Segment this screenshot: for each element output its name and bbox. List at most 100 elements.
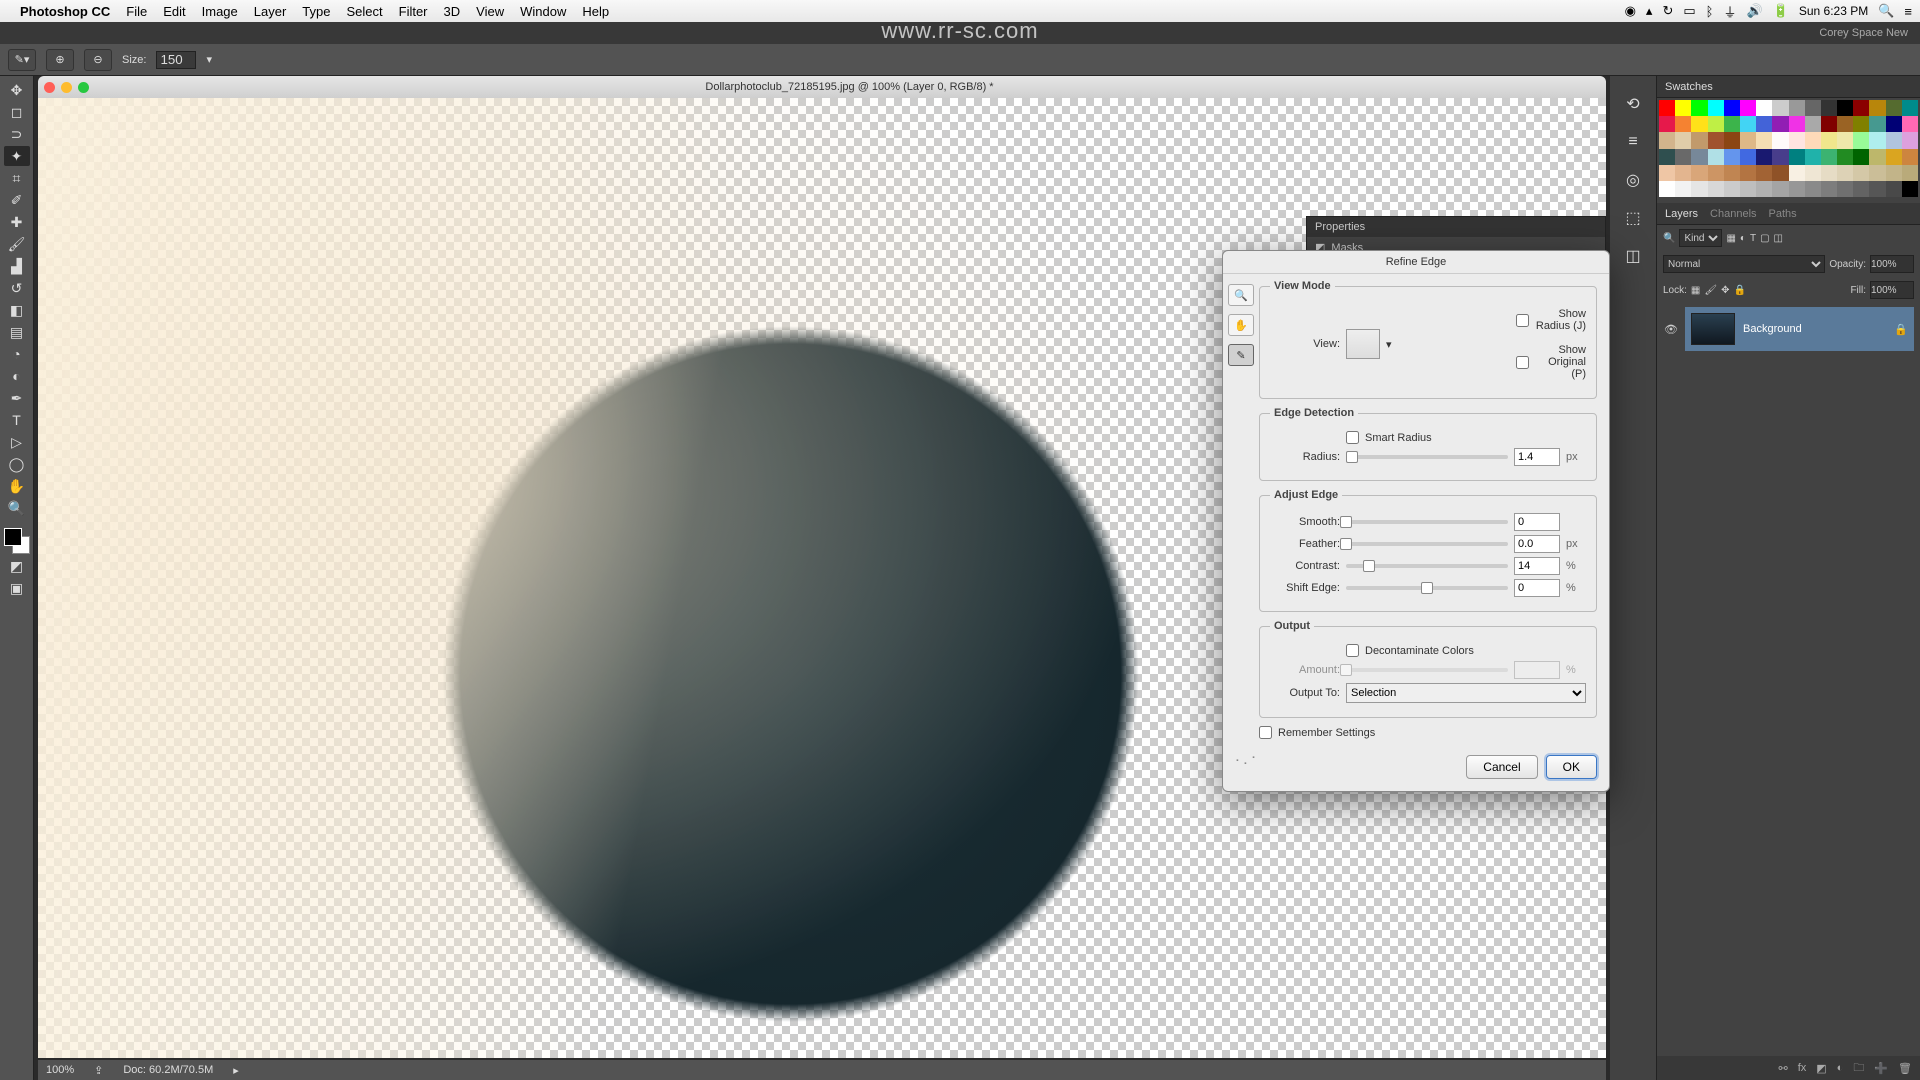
shift-slider[interactable] (1346, 586, 1508, 590)
swatch[interactable] (1708, 116, 1724, 132)
new-layer-icon[interactable]: ➕ (1874, 1062, 1888, 1075)
smooth-input[interactable] (1514, 513, 1560, 531)
trash-icon[interactable]: 🗑 (1898, 1062, 1912, 1075)
swatch[interactable] (1886, 132, 1902, 148)
swatch[interactable] (1837, 116, 1853, 132)
brush-tool[interactable]: 🖌 (4, 234, 30, 254)
pen-tool[interactable]: ✒ (4, 388, 30, 408)
properties-title[interactable]: Properties (1315, 221, 1365, 233)
dialog-hand-tool[interactable]: ✋ (1228, 314, 1254, 336)
swatch[interactable] (1821, 116, 1837, 132)
swatch[interactable] (1853, 100, 1869, 116)
swatch[interactable] (1789, 132, 1805, 148)
swatch[interactable] (1821, 181, 1837, 197)
lock-pos-icon[interactable]: ✥ (1721, 285, 1729, 296)
fg-bg-color[interactable] (4, 528, 30, 554)
fill-input[interactable] (1870, 281, 1914, 299)
menu-file[interactable]: File (126, 4, 147, 19)
lock-all-icon[interactable]: 🔒 (1733, 285, 1745, 296)
workspace-name[interactable]: Corey Space New (1819, 27, 1908, 39)
volume-icon[interactable]: 🔊 (1746, 3, 1762, 19)
swatch[interactable] (1772, 149, 1788, 165)
menu-select[interactable]: Select (346, 4, 382, 19)
gradient-tool[interactable]: ▤ (4, 322, 30, 342)
swatch[interactable] (1724, 181, 1740, 197)
swatch[interactable] (1772, 181, 1788, 197)
view-chevron-icon[interactable]: ▾ (1386, 338, 1392, 351)
blend-mode[interactable]: Normal (1663, 255, 1825, 273)
swatch[interactable] (1902, 132, 1918, 148)
screenmode-toggle[interactable]: ▣ (4, 578, 30, 598)
swatch[interactable] (1659, 116, 1675, 132)
contrast-slider[interactable] (1346, 564, 1508, 568)
swatch[interactable] (1659, 165, 1675, 181)
swatch[interactable] (1902, 149, 1918, 165)
feather-slider[interactable] (1346, 542, 1508, 546)
swatch[interactable] (1902, 116, 1918, 132)
crop-tool[interactable]: ⌗ (4, 168, 30, 188)
swatch[interactable] (1853, 165, 1869, 181)
swatches-tab[interactable]: Swatches (1657, 76, 1920, 98)
dodge-tool[interactable]: ◐ (4, 366, 30, 386)
tab-paths[interactable]: Paths (1769, 208, 1797, 220)
swatch[interactable] (1789, 181, 1805, 197)
swatch[interactable] (1708, 100, 1724, 116)
lasso-tool[interactable]: ⊃ (4, 124, 30, 144)
show-original-row[interactable]: Show Original (P) (1516, 344, 1586, 380)
swatch[interactable] (1756, 165, 1772, 181)
menu-help[interactable]: Help (582, 4, 609, 19)
adjust-layer-icon[interactable]: ◐ (1837, 1062, 1844, 1074)
swatch[interactable] (1708, 149, 1724, 165)
hand-tool[interactable]: ✋ (4, 476, 30, 496)
swatch[interactable] (1789, 100, 1805, 116)
swatch[interactable] (1772, 116, 1788, 132)
swatch[interactable] (1675, 181, 1691, 197)
swatch[interactable] (1772, 132, 1788, 148)
export-icon[interactable]: ⇪ (94, 1064, 103, 1077)
swatch[interactable] (1789, 165, 1805, 181)
swatch[interactable] (1691, 181, 1707, 197)
swatch[interactable] (1805, 181, 1821, 197)
swatch[interactable] (1772, 100, 1788, 116)
wifi-icon[interactable]: ⏚ (1723, 2, 1736, 21)
cc-icon[interactable]: ◉ (1625, 3, 1636, 19)
swatch[interactable] (1691, 149, 1707, 165)
bell-icon[interactable]: ▴ (1646, 3, 1653, 19)
cc-libraries-icon[interactable]: ◎ (1621, 168, 1645, 192)
display-icon[interactable]: ▭ (1683, 3, 1695, 19)
ok-button[interactable]: OK (1546, 755, 1597, 779)
swatch[interactable] (1853, 116, 1869, 132)
feather-input[interactable] (1514, 535, 1560, 553)
type-tool[interactable]: T (4, 410, 30, 430)
swatch[interactable] (1805, 132, 1821, 148)
smart-radius-checkbox[interactable] (1346, 431, 1359, 444)
quick-select-tool[interactable]: ✦ (4, 146, 30, 166)
dialog-zoom-tool[interactable]: 🔍 (1228, 284, 1254, 306)
menu-edit[interactable]: Edit (163, 4, 185, 19)
swatch[interactable] (1659, 149, 1675, 165)
menu-image[interactable]: Image (202, 4, 238, 19)
swatch[interactable] (1724, 116, 1740, 132)
fx-icon[interactable]: fx (1798, 1062, 1807, 1074)
swatch[interactable] (1724, 100, 1740, 116)
lock-pixel-icon[interactable]: 🖌 (1704, 285, 1717, 296)
swatch[interactable] (1853, 132, 1869, 148)
remember-checkbox[interactable] (1259, 726, 1272, 739)
swatch[interactable] (1805, 100, 1821, 116)
swatch[interactable] (1886, 165, 1902, 181)
swatch[interactable] (1902, 100, 1918, 116)
swatch[interactable] (1821, 132, 1837, 148)
swatch[interactable] (1837, 149, 1853, 165)
mask-icon[interactable]: ◩ (1816, 1062, 1826, 1075)
swatch[interactable] (1708, 165, 1724, 181)
menu-filter[interactable]: Filter (399, 4, 428, 19)
swatch[interactable] (1756, 149, 1772, 165)
swatch[interactable] (1886, 116, 1902, 132)
swatch[interactable] (1805, 165, 1821, 181)
swatch[interactable] (1869, 100, 1885, 116)
filter-pixel-icon[interactable]: ▦ (1726, 233, 1735, 244)
swatch[interactable] (1708, 132, 1724, 148)
brush-picker-icon[interactable]: ▾ (206, 53, 212, 66)
swatch[interactable] (1837, 181, 1853, 197)
view-picker[interactable] (1346, 329, 1380, 359)
